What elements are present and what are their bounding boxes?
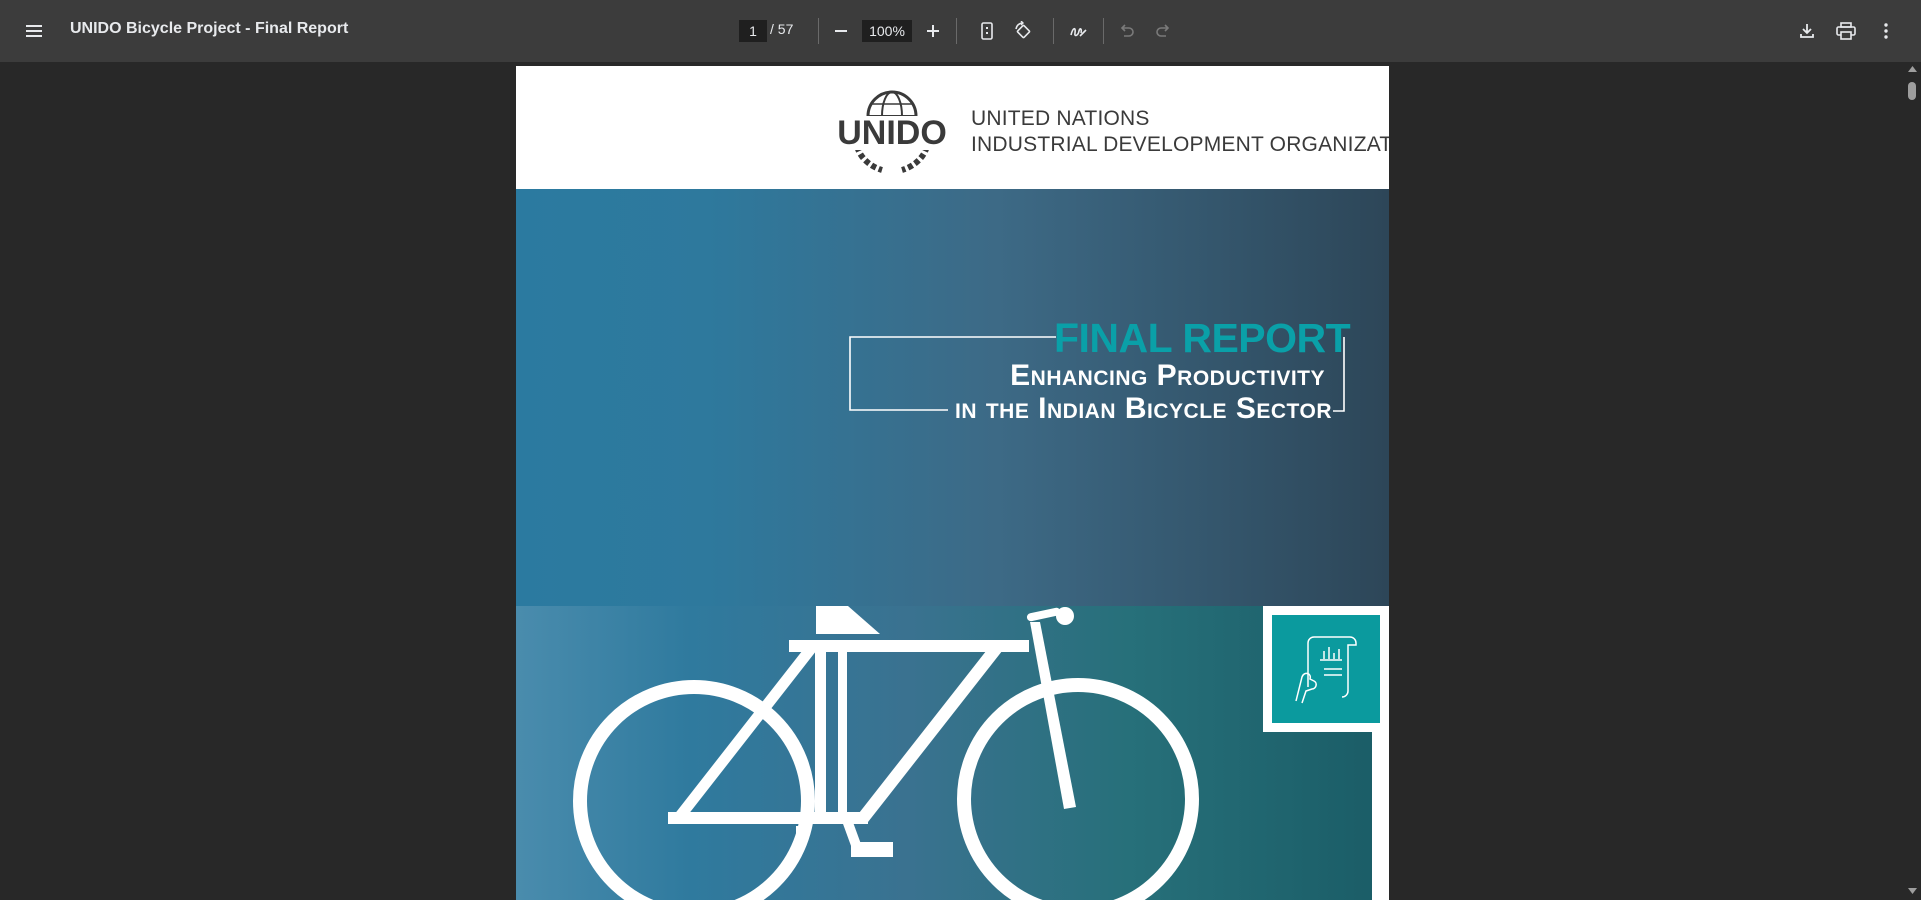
page-header: UNIDO UNITED NATIONS INDUSTRIAL DEVELOPM… [516,66,1389,189]
zoom-in-icon[interactable] [918,16,948,46]
report-icon-panel [1272,615,1380,723]
page-number-input[interactable]: 1 [739,20,767,42]
pdf-page: UNIDO UNITED NATIONS INDUSTRIAL DEVELOPM… [516,66,1389,900]
fit-page-icon[interactable] [972,16,1002,46]
report-subtitle-line-2: in the Indian Bicycle Sector [955,392,1332,425]
org-line-1: UNITED NATIONS [971,107,1150,130]
zoom-input[interactable]: 100% [862,20,912,42]
annotate-icon[interactable] [1063,16,1093,46]
bicycle-illustration [573,606,1199,900]
toolbar-divider [818,18,819,44]
download-icon[interactable] [1792,16,1822,46]
document-chart-icon [1295,636,1357,704]
undo-icon[interactable] [1112,16,1142,46]
org-line-2: INDUSTRIAL DEVELOPMENT ORGANIZATION [971,133,1389,156]
vertical-scrollbar[interactable] [1904,62,1921,900]
report-icon-tile [1263,606,1389,732]
zoom-out-icon[interactable] [826,16,856,46]
scroll-thumb[interactable] [1908,82,1916,100]
tile-border-strip [1372,732,1389,900]
document-title: UNIDO Bicycle Project - Final Report [70,20,349,37]
toolbar-divider [1053,18,1054,44]
more-icon[interactable] [1871,16,1901,46]
pdf-toolbar: UNIDO Bicycle Project - Final Report 1 /… [0,0,1921,62]
unido-logo: UNIDO [838,90,946,173]
organization-name: UNITED NATIONS INDUSTRIAL DEVELOPMENT OR… [971,106,1389,158]
scroll-down-icon[interactable] [1908,888,1917,894]
toolbar-divider [956,18,957,44]
report-subtitle-line-1: Enhancing Productivity [1010,359,1325,392]
page-total: / 57 [770,21,794,37]
cover-hero: FINAL REPORT Enhancing Productivity in t… [516,189,1389,606]
report-heading: FINAL REPORT [1054,315,1351,361]
print-icon[interactable] [1831,16,1861,46]
rotate-icon[interactable] [1008,16,1038,46]
scroll-up-icon[interactable] [1908,66,1917,72]
toolbar-divider [1103,18,1104,44]
logo-wordmark: UNIDO [838,114,946,152]
redo-icon[interactable] [1148,16,1178,46]
menu-icon[interactable] [20,16,50,46]
